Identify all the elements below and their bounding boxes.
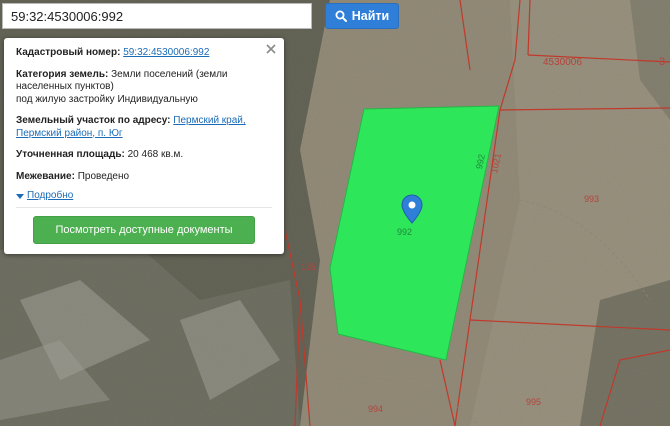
address-row: Земельный участок по адресу: Пермский кр…: [16, 115, 272, 140]
address-label: Земельный участок по адресу:: [16, 115, 171, 126]
block-label: 4530006: [543, 57, 582, 68]
cadastral-number-link[interactable]: 59:32:4530006:992: [123, 47, 209, 58]
survey-row: Межевание: Проведено: [16, 171, 272, 184]
survey-value: Проведено: [77, 170, 130, 182]
search-input[interactable]: [2, 3, 312, 29]
land-category-row: Категория земель: Земли поселений (земли…: [16, 69, 272, 107]
popup-divider: [16, 207, 272, 208]
close-icon[interactable]: [264, 42, 278, 56]
block-label-partial: 3: [659, 56, 666, 68]
map-pin-icon[interactable]: [401, 194, 423, 224]
search-button-label: Найти: [351, 9, 390, 23]
area-value: 20 468 кв.м.: [127, 149, 184, 160]
land-category-note: под жилую застройку Индивидуальную: [16, 93, 198, 105]
land-category-label: Категория земель:: [16, 68, 109, 80]
area-row: Уточненная площадь: 20 468 кв.м.: [16, 149, 272, 162]
cadastral-number-row: Кадастровый номер: 59:32:4530006:992: [16, 47, 272, 60]
plot-label-992: 992: [397, 227, 413, 237]
plot-label-995: 995: [526, 397, 542, 407]
cadastral-number-label: Кадастровый номер:: [16, 47, 121, 58]
area-label: Уточненная площадь:: [16, 149, 125, 160]
search-button[interactable]: Найти: [325, 3, 399, 29]
plot-label-135: 135: [301, 262, 317, 272]
survey-label: Межевание:: [16, 170, 75, 182]
details-toggle[interactable]: Подробно: [16, 190, 272, 203]
plot-label-994: 994: [368, 404, 384, 414]
caret-down-icon: [16, 193, 24, 199]
map-view[interactable]: 4530006 3 992 993 994 995 135 1021 992 Н…: [0, 0, 670, 426]
search-icon: [335, 10, 347, 22]
view-documents-button[interactable]: Посмотреть доступные документы: [33, 216, 255, 244]
parcel-info-popup: Кадастровый номер: 59:32:4530006:992 Кат…: [4, 38, 284, 254]
details-link[interactable]: Подробно: [27, 190, 73, 203]
plot-label-993: 993: [584, 194, 600, 204]
